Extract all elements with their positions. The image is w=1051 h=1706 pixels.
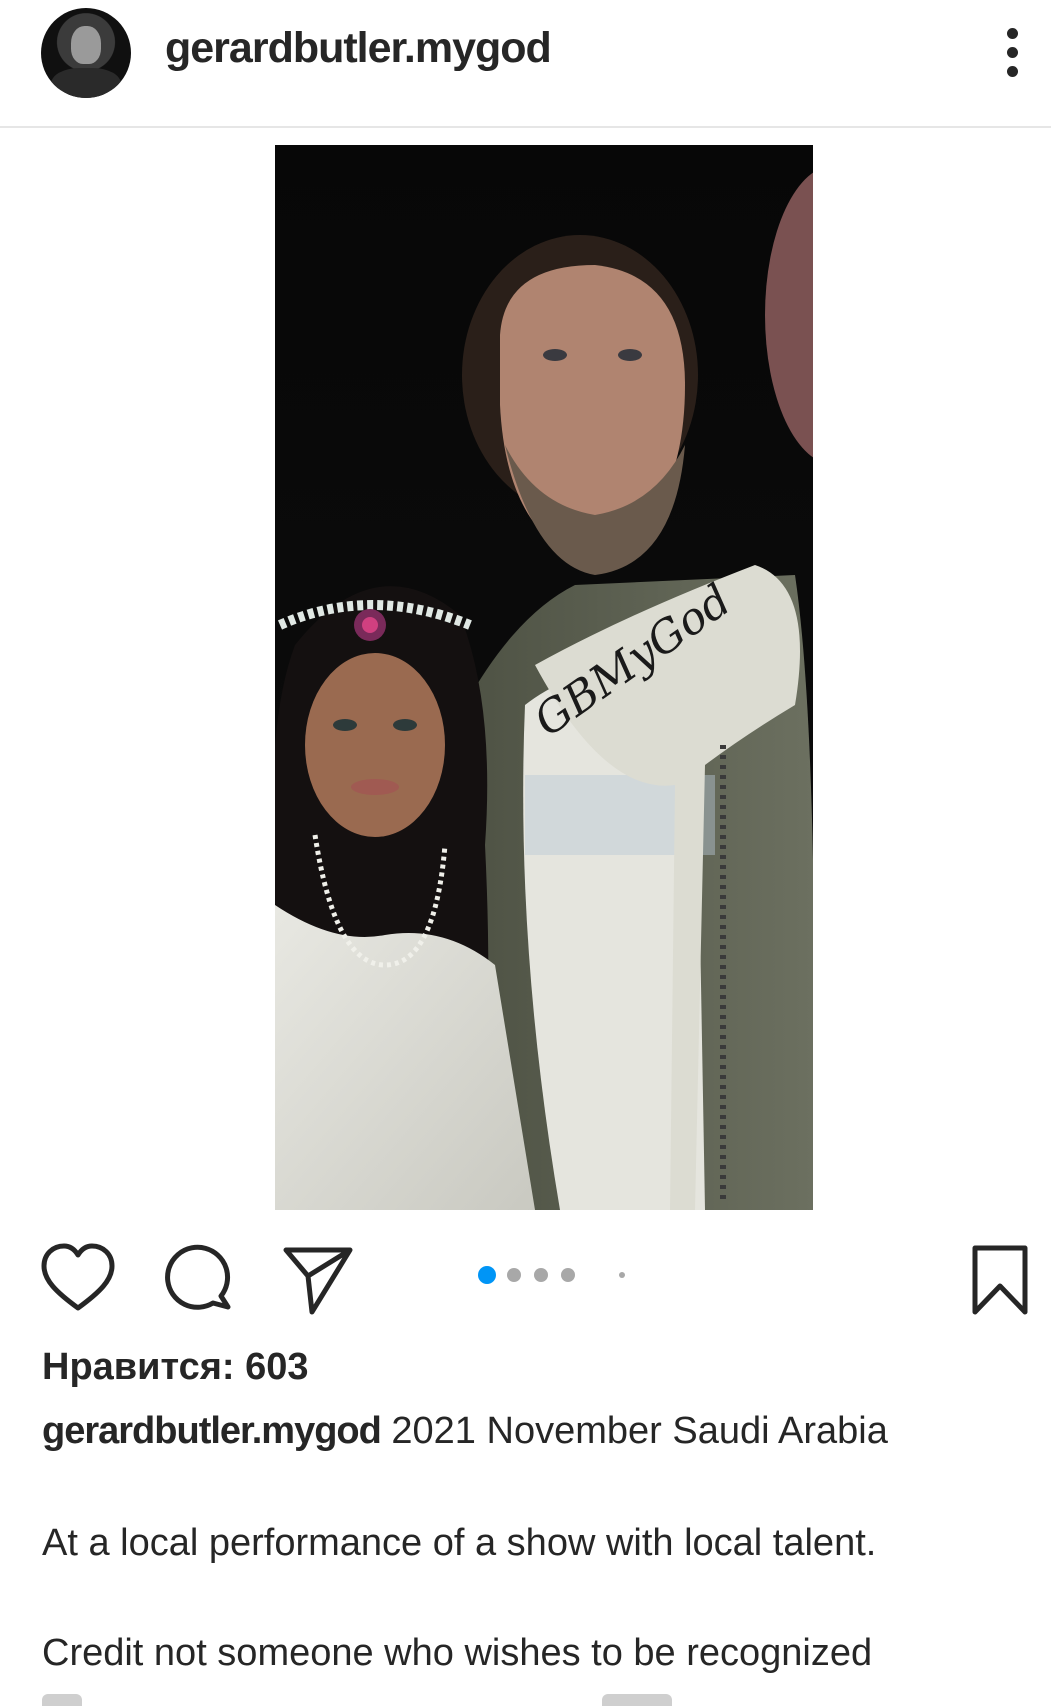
action-bar — [0, 1240, 1051, 1320]
post-photo[interactable]: GBMyGod — [275, 145, 813, 1210]
heart-icon[interactable] — [38, 1240, 118, 1320]
caption-username[interactable]: gerardbutler.mygod — [42, 1410, 382, 1452]
likes-count[interactable]: Нравится: 603 — [42, 1346, 309, 1389]
post-header: gerardbutler.mygod — [0, 0, 1051, 128]
carousel-dot — [561, 1268, 575, 1282]
caption-paragraph: Credit not someone who wishes to be reco… — [42, 1632, 873, 1674]
caption: gerardbutler.mygod 2021 November Saudi A… — [42, 1410, 888, 1453]
photo-illustration — [275, 145, 813, 1210]
avatar[interactable] — [41, 8, 131, 98]
avatar-face — [71, 26, 101, 64]
carousel-dot — [619, 1272, 625, 1278]
caption-text: 2021 November Saudi Arabia — [391, 1410, 888, 1452]
caption-paragraph: At a local performance of a show with lo… — [42, 1522, 877, 1564]
bookmark-icon[interactable] — [960, 1240, 1040, 1320]
comment-icon[interactable] — [158, 1240, 238, 1320]
carousel-dot — [534, 1268, 548, 1282]
carousel-dot — [478, 1266, 496, 1284]
more-options-icon[interactable] — [995, 22, 1031, 82]
post-username[interactable]: gerardbutler.mygod — [165, 24, 552, 73]
avatar-shoulders — [51, 68, 121, 98]
caption-cut-off-line — [42, 1690, 682, 1706]
carousel-dot — [507, 1268, 521, 1282]
share-icon[interactable] — [278, 1240, 358, 1320]
